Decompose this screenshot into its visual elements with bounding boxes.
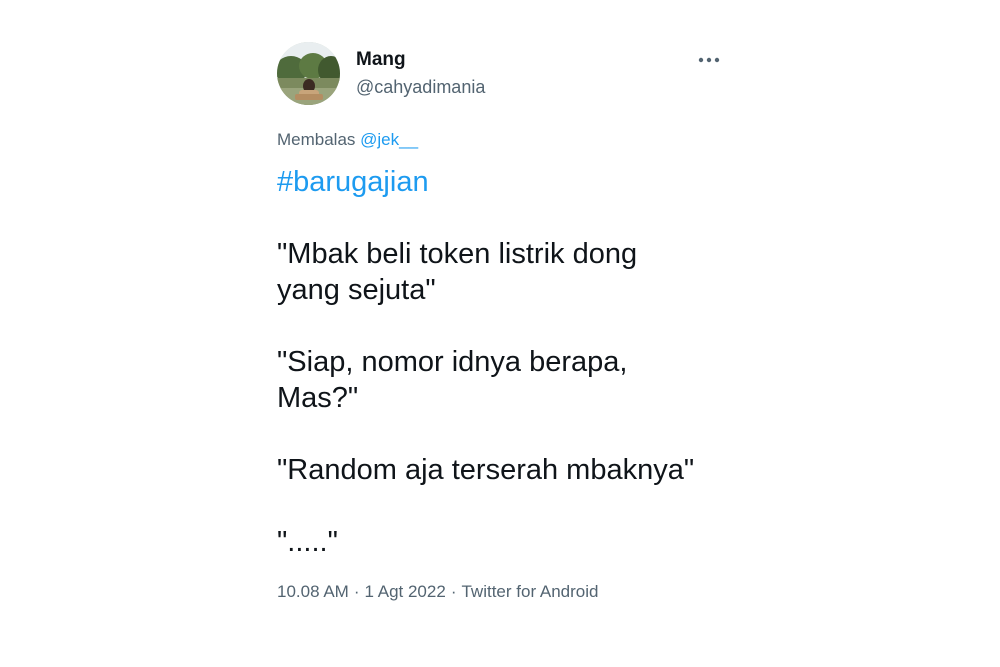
meta-separator: · [353, 582, 360, 601]
tweet-meta: 10.08 AM · 1 Agt 2022 · Twitter for Android [277, 580, 723, 604]
tweet-line: "Siap, nomor idnya berapa, [277, 346, 628, 378]
tweet-date[interactable]: 1 Agt 2022 [365, 582, 446, 601]
reply-context: Membalas @jek__ [277, 128, 723, 152]
tweet-source[interactable]: Twitter for Android [461, 582, 598, 601]
tweet-line: yang sejuta" [277, 274, 436, 306]
tweet-page: Mang @cahyadimania Membalas @jek__ #baru… [0, 0, 1000, 667]
reply-prefix: Membalas [277, 130, 361, 149]
hashtag-link[interactable]: #barugajian [277, 164, 723, 200]
tweet-header: Mang @cahyadimania [277, 42, 723, 106]
user-info: Mang @cahyadimania [356, 48, 485, 99]
tweet-text: #barugajian "Mbak beli token listrik don… [277, 164, 723, 560]
user-handle[interactable]: @cahyadimania [356, 75, 485, 99]
avatar-photo [277, 42, 340, 105]
tweet-line: Mas?" [277, 382, 359, 414]
tweet-time[interactable]: 10.08 AM [277, 582, 349, 601]
tweet-line: "Random aja terserah mbaknya" [277, 454, 695, 486]
tweet-line: "....." [277, 526, 338, 558]
tweet-card: Mang @cahyadimania Membalas @jek__ #baru… [277, 42, 723, 604]
tweet-line: "Mbak beli token listrik dong [277, 238, 638, 270]
more-horizontal-icon [698, 57, 720, 63]
avatar[interactable] [277, 42, 340, 105]
more-options-button[interactable] [695, 48, 723, 72]
reply-mention-link[interactable]: @jek__ [360, 130, 418, 149]
meta-separator: · [450, 582, 457, 601]
display-name[interactable]: Mang [356, 48, 485, 72]
